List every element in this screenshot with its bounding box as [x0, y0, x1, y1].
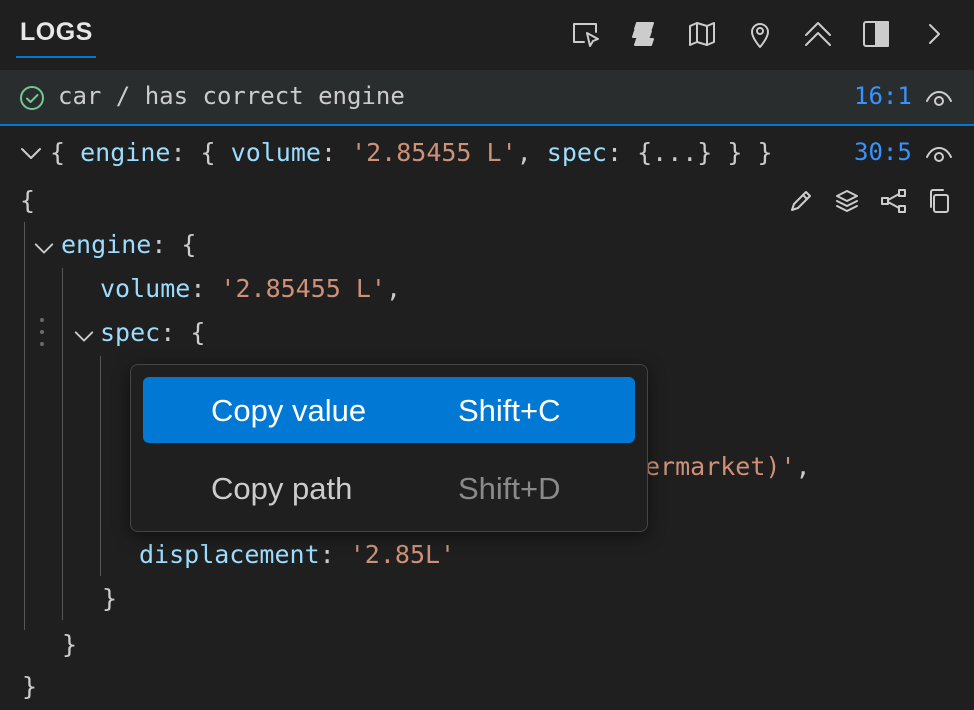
- tab-logs[interactable]: LOGS: [20, 18, 93, 47]
- panel-toolbar: [566, 14, 954, 54]
- test-title: car / has correct engine: [58, 82, 405, 110]
- drag-handle[interactable]: [38, 318, 46, 350]
- indent-guide-engine: [62, 268, 63, 620]
- collapse-all-icon: [805, 22, 831, 46]
- log-source-position[interactable]: 30:5: [854, 138, 912, 166]
- collapse-all-button[interactable]: [798, 14, 838, 54]
- indent-guide-spec: [100, 356, 101, 576]
- test-source-position[interactable]: 16:1: [854, 82, 912, 110]
- share-button[interactable]: [878, 186, 908, 216]
- eye-icon: [926, 147, 952, 162]
- eye-icon: [926, 91, 952, 106]
- map-icon: [689, 22, 715, 46]
- copy-button[interactable]: [924, 186, 954, 216]
- layers-button[interactable]: [832, 186, 862, 216]
- layers-icon: [836, 190, 858, 212]
- spec-row: spec: {: [100, 318, 206, 347]
- test-row[interactable]: car / has correct engine 16:1: [0, 70, 974, 126]
- reveal-test-button[interactable]: [924, 84, 954, 114]
- expand-log-toggle[interactable]: [18, 140, 44, 166]
- logs-panel-header: LOGS: [0, 0, 974, 70]
- edit-button[interactable]: [786, 186, 816, 216]
- object-actions: [786, 186, 954, 216]
- stack-button[interactable]: [624, 14, 664, 54]
- chevron-down-icon: [21, 148, 41, 159]
- spec-collapse-toggle[interactable]: [72, 324, 96, 348]
- spec-close-brace: }: [102, 584, 118, 613]
- root-close-brace: }: [22, 672, 38, 701]
- chevron-down-icon: [74, 331, 94, 342]
- toggle-panel-button[interactable]: [856, 14, 896, 54]
- panel-layout-icon: [863, 21, 889, 47]
- select-element-icon: [573, 23, 599, 47]
- copy-icon: [930, 189, 949, 213]
- share-icon: [881, 189, 906, 213]
- context-menu: Copy value Shift+C Copy path Shift+D: [130, 364, 648, 532]
- menu-item-copy-path[interactable]: Copy path Shift+D: [143, 455, 635, 521]
- displacement-row: displacement: '2.85L': [139, 540, 456, 569]
- reveal-log-button[interactable]: [924, 140, 954, 170]
- indent-guide-root: [24, 222, 25, 630]
- more-button[interactable]: [914, 14, 954, 54]
- active-tab-indicator: [16, 56, 96, 58]
- location-button[interactable]: [740, 14, 780, 54]
- engine-close-brace: }: [62, 630, 78, 659]
- stack-icon: [632, 22, 654, 46]
- map-button[interactable]: [682, 14, 722, 54]
- select-element-button[interactable]: [566, 14, 606, 54]
- volume-row: volume: '2.85455 L',: [100, 274, 402, 303]
- test-passed-icon: [18, 84, 46, 112]
- engine-collapse-toggle[interactable]: [32, 236, 56, 260]
- chevron-down-icon: [34, 243, 54, 254]
- engine-row: engine: {: [61, 230, 197, 259]
- location-pin-icon: [751, 23, 769, 48]
- pencil-icon: [791, 191, 811, 211]
- log-entry-summary[interactable]: { engine: { volume: '2.85455 L', spec: {…: [0, 130, 974, 178]
- menu-item-copy-value[interactable]: Copy value Shift+C: [143, 377, 635, 443]
- root-open-brace: {: [20, 186, 36, 215]
- log-summary-text: { engine: { volume: '2.85455 L', spec: {…: [50, 138, 773, 167]
- partially-hidden-value: ermarket)',: [645, 452, 811, 481]
- chevron-right-icon: [929, 24, 940, 44]
